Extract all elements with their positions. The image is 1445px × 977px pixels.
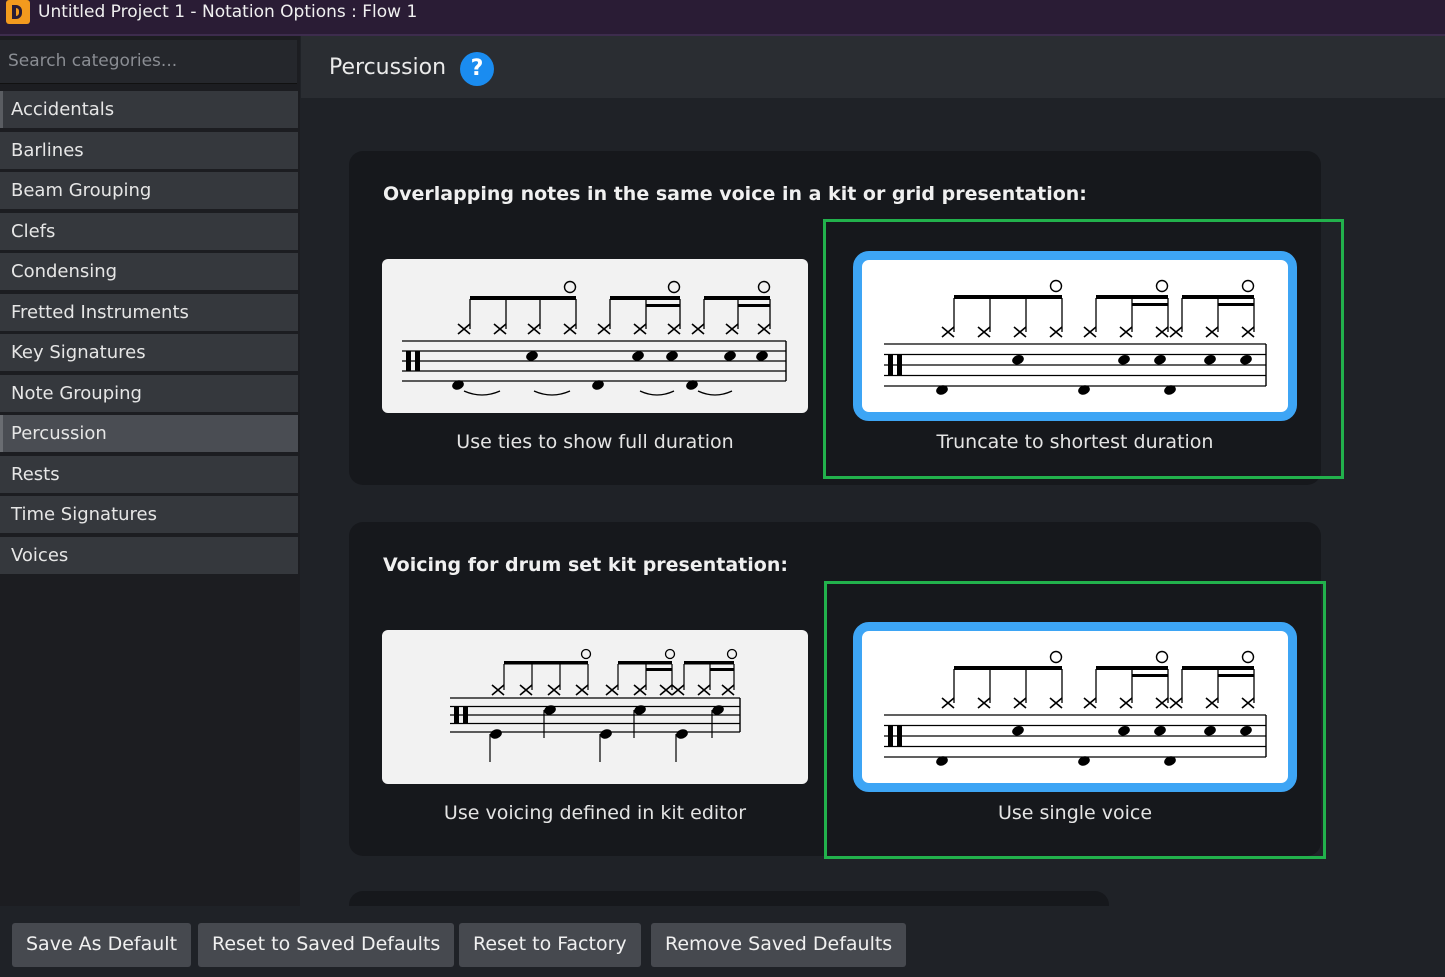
hihat-notehead <box>725 323 739 335</box>
beam <box>470 296 576 300</box>
percussion-clef <box>406 351 411 371</box>
hihat-notehead <box>691 323 705 335</box>
hihat-notehead <box>575 684 589 696</box>
percussion-clef <box>463 706 468 724</box>
drum-notation-example <box>402 280 787 396</box>
sidebar-item-barlines[interactable]: Barlines <box>0 132 298 169</box>
remove-saved-defaults-button[interactable]: Remove Saved Defaults <box>651 923 907 967</box>
section-title: Voicing for drum set kit presentation: <box>383 554 788 576</box>
open-hihat-mark <box>757 280 771 294</box>
tie <box>697 390 733 396</box>
beam <box>704 296 770 300</box>
page-title: Percussion <box>329 55 447 80</box>
beam <box>504 661 588 665</box>
open-hihat-mark <box>726 648 738 660</box>
sidebar-item-time-signatures[interactable]: Time Signatures <box>0 496 298 533</box>
categories-sidebar: Search categories... Accidentals Barline… <box>0 36 300 906</box>
hihat-notehead <box>597 323 611 335</box>
sidebar-item-condensing[interactable]: Condensing <box>0 253 298 290</box>
notehead <box>676 729 688 739</box>
sidebar-item-fretted-instruments[interactable]: Fretted Instruments <box>0 294 298 331</box>
highlight-box <box>823 219 1344 479</box>
hihat-notehead <box>667 323 681 335</box>
reset-to-saved-defaults-button[interactable]: Reset to Saved Defaults <box>198 923 455 967</box>
hihat-notehead <box>659 684 673 696</box>
sidebar-item-beam-grouping[interactable]: Beam Grouping <box>0 172 298 209</box>
hihat-notehead <box>519 684 533 696</box>
open-hihat-mark <box>667 280 681 294</box>
beam <box>618 661 672 665</box>
search-categories-input[interactable]: Search categories... <box>0 40 297 84</box>
open-hihat-mark <box>664 648 676 660</box>
notehead <box>712 705 724 715</box>
sidebar-item-clefs[interactable]: Clefs <box>0 213 298 250</box>
drum-notation-example <box>450 648 741 762</box>
option-use-ties-label[interactable]: Use ties to show full duration <box>382 431 808 453</box>
title-bar: Untitled Project 1 - Notation Options : … <box>0 0 1445 36</box>
beam <box>646 304 680 307</box>
percussion-clef <box>454 706 459 724</box>
hihat-notehead <box>605 684 619 696</box>
beam <box>684 661 734 665</box>
open-hihat-mark <box>580 648 592 660</box>
notehead <box>666 351 678 361</box>
hihat-notehead <box>633 323 647 335</box>
option-kit-editor-voicing-image[interactable] <box>382 630 808 784</box>
sidebar-item-percussion[interactable]: Percussion <box>0 415 298 452</box>
notehead <box>526 351 538 361</box>
hihat-notehead <box>671 684 685 696</box>
hihat-notehead <box>547 684 561 696</box>
save-as-default-button[interactable]: Save As Default <box>12 923 192 967</box>
hihat-notehead <box>757 323 771 335</box>
beam <box>710 668 734 671</box>
notehead <box>632 351 644 361</box>
notehead <box>544 705 556 715</box>
sidebar-item-accidentals[interactable]: Accidentals <box>0 91 298 128</box>
notehead <box>600 729 612 739</box>
sidebar-item-voices[interactable]: Voices <box>0 537 298 574</box>
sidebar-item-rests[interactable]: Rests <box>0 456 298 493</box>
hihat-notehead <box>633 684 647 696</box>
highlight-box <box>824 581 1326 859</box>
open-hihat-mark <box>563 280 577 294</box>
reset-to-factory-button[interactable]: Reset to Factory <box>459 923 641 967</box>
tie <box>463 390 501 396</box>
beam <box>610 296 680 300</box>
panel-header: Percussion ? <box>301 36 1445 98</box>
notehead <box>756 351 768 361</box>
hihat-notehead <box>493 323 507 335</box>
notehead <box>490 729 502 739</box>
hihat-notehead <box>457 323 471 335</box>
tie <box>639 390 675 396</box>
app-icon <box>6 0 30 24</box>
footer-bar: Save As Default Reset to Saved Defaults … <box>0 906 1445 977</box>
help-icon[interactable]: ? <box>460 52 494 86</box>
option-use-ties-image[interactable] <box>382 259 808 413</box>
sidebar-item-key-signatures[interactable]: Key Signatures <box>0 334 298 371</box>
section-title: Overlapping notes in the same voice in a… <box>383 183 1087 205</box>
window-title: Untitled Project 1 - Notation Options : … <box>38 2 418 22</box>
notehead <box>724 351 736 361</box>
sidebar-item-note-grouping[interactable]: Note Grouping <box>0 375 298 412</box>
hihat-notehead <box>721 684 735 696</box>
hihat-notehead <box>697 684 711 696</box>
notehead <box>634 705 646 715</box>
hihat-notehead <box>563 323 577 335</box>
tie <box>533 390 571 396</box>
option-kit-editor-voicing-label[interactable]: Use voicing defined in kit editor <box>382 802 808 824</box>
hihat-notehead <box>527 323 541 335</box>
percussion-clef <box>415 351 420 371</box>
hihat-notehead <box>491 684 505 696</box>
beam <box>738 304 770 307</box>
beam <box>646 668 672 671</box>
